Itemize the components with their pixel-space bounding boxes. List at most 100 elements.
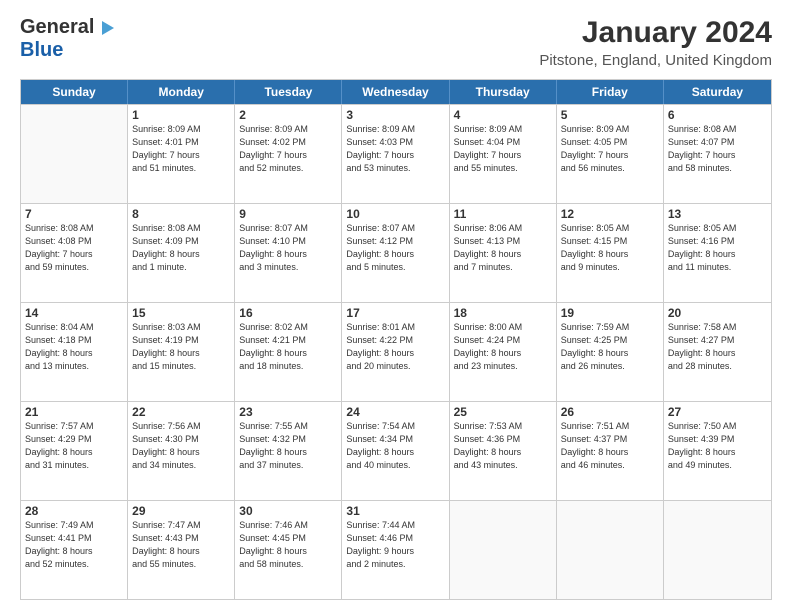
calendar-cell: 23Sunrise: 7:55 AM Sunset: 4:32 PM Dayli… — [235, 402, 342, 500]
day-info: Sunrise: 8:04 AM Sunset: 4:18 PM Dayligh… — [25, 321, 123, 373]
title-area: January 2024 Pitstone, England, United K… — [539, 16, 772, 69]
calendar-week-row: 21Sunrise: 7:57 AM Sunset: 4:29 PM Dayli… — [21, 401, 771, 500]
calendar-cell: 5Sunrise: 8:09 AM Sunset: 4:05 PM Daylig… — [557, 105, 664, 203]
day-info: Sunrise: 8:09 AM Sunset: 4:05 PM Dayligh… — [561, 123, 659, 175]
weekday-header: Sunday — [21, 80, 128, 104]
calendar-cell: 15Sunrise: 8:03 AM Sunset: 4:19 PM Dayli… — [128, 303, 235, 401]
calendar-cell: 13Sunrise: 8:05 AM Sunset: 4:16 PM Dayli… — [664, 204, 771, 302]
day-info: Sunrise: 8:09 AM Sunset: 4:03 PM Dayligh… — [346, 123, 444, 175]
calendar-cell: 12Sunrise: 8:05 AM Sunset: 4:15 PM Dayli… — [557, 204, 664, 302]
header: General Blue January 2024 Pitstone, Engl… — [20, 16, 772, 69]
day-number: 28 — [25, 504, 123, 518]
calendar-cell: 16Sunrise: 8:02 AM Sunset: 4:21 PM Dayli… — [235, 303, 342, 401]
calendar-cell: 2Sunrise: 8:09 AM Sunset: 4:02 PM Daylig… — [235, 105, 342, 203]
calendar-cell — [664, 501, 771, 599]
day-number: 29 — [132, 504, 230, 518]
calendar-cell: 26Sunrise: 7:51 AM Sunset: 4:37 PM Dayli… — [557, 402, 664, 500]
calendar-cell: 3Sunrise: 8:09 AM Sunset: 4:03 PM Daylig… — [342, 105, 449, 203]
day-number: 12 — [561, 207, 659, 221]
day-info: Sunrise: 8:05 AM Sunset: 4:16 PM Dayligh… — [668, 222, 767, 274]
day-info: Sunrise: 7:53 AM Sunset: 4:36 PM Dayligh… — [454, 420, 552, 472]
day-info: Sunrise: 8:08 AM Sunset: 4:07 PM Dayligh… — [668, 123, 767, 175]
calendar-cell: 9Sunrise: 8:07 AM Sunset: 4:10 PM Daylig… — [235, 204, 342, 302]
day-number: 1 — [132, 108, 230, 122]
calendar-week-row: 7Sunrise: 8:08 AM Sunset: 4:08 PM Daylig… — [21, 203, 771, 302]
day-info: Sunrise: 7:46 AM Sunset: 4:45 PM Dayligh… — [239, 519, 337, 571]
day-info: Sunrise: 8:08 AM Sunset: 4:08 PM Dayligh… — [25, 222, 123, 274]
day-number: 15 — [132, 306, 230, 320]
logo: General Blue — [20, 16, 118, 62]
day-number: 4 — [454, 108, 552, 122]
day-info: Sunrise: 8:02 AM Sunset: 4:21 PM Dayligh… — [239, 321, 337, 373]
calendar-body: 1Sunrise: 8:09 AM Sunset: 4:01 PM Daylig… — [21, 104, 771, 599]
calendar-cell: 19Sunrise: 7:59 AM Sunset: 4:25 PM Dayli… — [557, 303, 664, 401]
day-number: 23 — [239, 405, 337, 419]
day-number: 22 — [132, 405, 230, 419]
day-number: 20 — [668, 306, 767, 320]
day-number: 3 — [346, 108, 444, 122]
day-number: 17 — [346, 306, 444, 320]
calendar-cell: 30Sunrise: 7:46 AM Sunset: 4:45 PM Dayli… — [235, 501, 342, 599]
day-info: Sunrise: 8:08 AM Sunset: 4:09 PM Dayligh… — [132, 222, 230, 274]
calendar-cell: 1Sunrise: 8:09 AM Sunset: 4:01 PM Daylig… — [128, 105, 235, 203]
day-info: Sunrise: 7:44 AM Sunset: 4:46 PM Dayligh… — [346, 519, 444, 571]
day-info: Sunrise: 7:50 AM Sunset: 4:39 PM Dayligh… — [668, 420, 767, 472]
weekday-header: Tuesday — [235, 80, 342, 104]
calendar-cell: 8Sunrise: 8:08 AM Sunset: 4:09 PM Daylig… — [128, 204, 235, 302]
calendar-cell: 25Sunrise: 7:53 AM Sunset: 4:36 PM Dayli… — [450, 402, 557, 500]
calendar-cell: 6Sunrise: 8:08 AM Sunset: 4:07 PM Daylig… — [664, 105, 771, 203]
day-number: 21 — [25, 405, 123, 419]
day-number: 16 — [239, 306, 337, 320]
month-title: January 2024 — [539, 16, 772, 50]
calendar-cell: 24Sunrise: 7:54 AM Sunset: 4:34 PM Dayli… — [342, 402, 449, 500]
day-number: 18 — [454, 306, 552, 320]
weekday-header: Friday — [557, 80, 664, 104]
calendar-cell: 17Sunrise: 8:01 AM Sunset: 4:22 PM Dayli… — [342, 303, 449, 401]
day-number: 9 — [239, 207, 337, 221]
day-info: Sunrise: 7:49 AM Sunset: 4:41 PM Dayligh… — [25, 519, 123, 571]
day-number: 19 — [561, 306, 659, 320]
day-info: Sunrise: 7:55 AM Sunset: 4:32 PM Dayligh… — [239, 420, 337, 472]
calendar-cell — [557, 501, 664, 599]
calendar-week-row: 14Sunrise: 8:04 AM Sunset: 4:18 PM Dayli… — [21, 302, 771, 401]
day-number: 8 — [132, 207, 230, 221]
day-number: 7 — [25, 207, 123, 221]
logo-arrow-icon — [96, 17, 118, 39]
day-number: 10 — [346, 207, 444, 221]
day-info: Sunrise: 7:56 AM Sunset: 4:30 PM Dayligh… — [132, 420, 230, 472]
calendar-cell: 28Sunrise: 7:49 AM Sunset: 4:41 PM Dayli… — [21, 501, 128, 599]
calendar-cell: 21Sunrise: 7:57 AM Sunset: 4:29 PM Dayli… — [21, 402, 128, 500]
day-info: Sunrise: 7:59 AM Sunset: 4:25 PM Dayligh… — [561, 321, 659, 373]
logo-general: General — [20, 16, 94, 39]
day-number: 25 — [454, 405, 552, 419]
calendar-week-row: 1Sunrise: 8:09 AM Sunset: 4:01 PM Daylig… — [21, 104, 771, 203]
day-info: Sunrise: 8:09 AM Sunset: 4:02 PM Dayligh… — [239, 123, 337, 175]
calendar-cell: 14Sunrise: 8:04 AM Sunset: 4:18 PM Dayli… — [21, 303, 128, 401]
calendar-week-row: 28Sunrise: 7:49 AM Sunset: 4:41 PM Dayli… — [21, 500, 771, 599]
day-number: 24 — [346, 405, 444, 419]
day-number: 2 — [239, 108, 337, 122]
calendar-cell: 10Sunrise: 8:07 AM Sunset: 4:12 PM Dayli… — [342, 204, 449, 302]
weekday-header: Wednesday — [342, 80, 449, 104]
day-info: Sunrise: 7:47 AM Sunset: 4:43 PM Dayligh… — [132, 519, 230, 571]
logo-blue: Blue — [20, 39, 63, 61]
day-info: Sunrise: 8:07 AM Sunset: 4:10 PM Dayligh… — [239, 222, 337, 274]
day-number: 14 — [25, 306, 123, 320]
calendar-cell: 31Sunrise: 7:44 AM Sunset: 4:46 PM Dayli… — [342, 501, 449, 599]
day-number: 30 — [239, 504, 337, 518]
weekday-header: Thursday — [450, 80, 557, 104]
weekday-header: Saturday — [664, 80, 771, 104]
day-info: Sunrise: 8:07 AM Sunset: 4:12 PM Dayligh… — [346, 222, 444, 274]
day-number: 11 — [454, 207, 552, 221]
location-title: Pitstone, England, United Kingdom — [539, 52, 772, 69]
day-info: Sunrise: 7:58 AM Sunset: 4:27 PM Dayligh… — [668, 321, 767, 373]
day-info: Sunrise: 8:03 AM Sunset: 4:19 PM Dayligh… — [132, 321, 230, 373]
calendar-header: SundayMondayTuesdayWednesdayThursdayFrid… — [21, 80, 771, 104]
day-info: Sunrise: 8:09 AM Sunset: 4:04 PM Dayligh… — [454, 123, 552, 175]
day-number: 6 — [668, 108, 767, 122]
day-number: 26 — [561, 405, 659, 419]
calendar-cell — [21, 105, 128, 203]
calendar-cell: 22Sunrise: 7:56 AM Sunset: 4:30 PM Dayli… — [128, 402, 235, 500]
day-number: 27 — [668, 405, 767, 419]
calendar-cell: 18Sunrise: 8:00 AM Sunset: 4:24 PM Dayli… — [450, 303, 557, 401]
